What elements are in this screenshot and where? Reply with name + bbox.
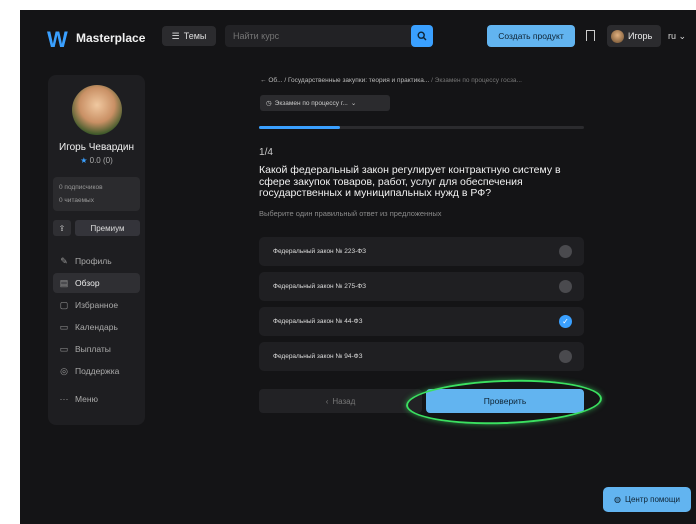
language-label: ru <box>668 31 677 41</box>
answer-option[interactable]: Федеральный закон № 44-ФЗ ✓ <box>259 307 584 336</box>
profile-stats: 0 подписчиков 0 читаемых <box>53 177 140 211</box>
readers-count[interactable]: 0 читаемых <box>59 194 134 207</box>
more-icon: ··· <box>59 394 69 404</box>
support-icon: ◎ <box>60 365 68 376</box>
chevron-down-icon: ⌄ <box>350 100 357 107</box>
radio-button[interactable] <box>559 245 572 258</box>
breadcrumb: ← Об... / Государственные закупки: теори… <box>260 77 522 84</box>
question-hint: Выберите один правильный ответ из предло… <box>259 209 442 218</box>
sidebar-item-menu[interactable]: ··· Меню <box>53 389 140 409</box>
sidebar-item-label: Поддержка <box>75 366 120 376</box>
sidebar-item-label: Избранное <box>75 300 119 310</box>
sidebar-nav: ✎ Профиль ▤ Обзор ▢ Избранное ▭ Календарь ▭ В… <box>53 251 140 411</box>
logo[interactable]: W <box>47 27 68 53</box>
bookmark-icon: ▢ <box>59 299 69 310</box>
help-icon: ◍ <box>614 495 622 504</box>
themes-button[interactable]: ☰ Темы <box>162 26 216 46</box>
answer-option[interactable]: Федеральный закон № 223-ФЗ <box>259 237 584 266</box>
answer-options: Федеральный закон № 223-ФЗ Федеральный з… <box>259 237 584 377</box>
answer-label: Федеральный закон № 223-ФЗ <box>273 248 367 255</box>
answer-label: Федеральный закон № 275-ФЗ <box>273 283 367 290</box>
answer-label: Федеральный закон № 44-ФЗ <box>273 318 363 325</box>
quiz-progress-bar <box>259 126 584 129</box>
sidebar-item-label: Выплаты <box>75 344 111 354</box>
sidebar-item-overview[interactable]: ▤ Обзор <box>53 273 140 293</box>
sidebar-item-label: Календарь <box>75 322 118 332</box>
themes-label: Темы <box>183 31 207 41</box>
user-menu[interactable]: Игорь <box>607 25 661 47</box>
search-bar <box>225 25 433 47</box>
question-total: /4 <box>264 147 273 158</box>
search-icon <box>417 31 427 41</box>
sidebar-item-payouts[interactable]: ▭ Выплаты <box>53 339 140 359</box>
bookmark-icon[interactable] <box>586 30 595 41</box>
sidebar: Игорь Чевардин ★ 0.0 (0) 0 подписчиков 0… <box>48 75 145 425</box>
back-arrow-icon[interactable]: ← <box>260 77 267 84</box>
sidebar-item-profile[interactable]: ✎ Профиль <box>53 251 140 271</box>
check-button[interactable]: Проверить <box>426 389 584 413</box>
answer-option[interactable]: Федеральный закон № 94-ФЗ <box>259 342 584 371</box>
app-screen: W Masterplace ☰ Темы Создать продукт Иго… <box>20 10 696 524</box>
help-center-button[interactable]: ◍ Центр помощи <box>603 487 691 512</box>
sidebar-item-label: Обзор <box>75 278 100 288</box>
brand-name[interactable]: Masterplace <box>76 31 145 45</box>
sidebar-item-support[interactable]: ◎ Поддержка <box>53 361 140 381</box>
language-switcher[interactable]: ru ⌄ <box>668 31 686 42</box>
sidebar-item-favorites[interactable]: ▢ Избранное <box>53 295 140 315</box>
profile-rating: ★ 0.0 (0) <box>48 156 145 165</box>
breadcrumb-root[interactable]: Об... <box>268 77 282 84</box>
breadcrumb-course[interactable]: / Государственные закупки: теория и прак… <box>284 77 429 84</box>
user-name: Игорь <box>628 31 653 41</box>
create-product-button[interactable]: Создать продукт <box>487 25 575 47</box>
check-icon: ✓ <box>562 317 569 326</box>
question-text: Какой федеральный закон регулирует контр… <box>259 164 561 199</box>
exam-select[interactable]: ◷ Экзамен по процессу г... ⌄ <box>260 95 390 111</box>
search-button[interactable] <box>411 25 433 47</box>
rating-value: 0.0 <box>89 156 101 165</box>
share-icon: ⇪ <box>58 223 66 233</box>
profile-name: Игорь Чевардин <box>59 142 134 153</box>
sidebar-item-label: Профиль <box>75 256 112 266</box>
profile-avatar[interactable] <box>72 85 122 135</box>
menu-icon: ☰ <box>171 30 180 41</box>
answer-option[interactable]: Федеральный закон № 275-ФЗ <box>259 272 584 301</box>
clock-icon: ◷ <box>266 100 272 107</box>
radio-button[interactable] <box>559 350 572 363</box>
answer-label: Федеральный закон № 94-ФЗ <box>273 353 363 360</box>
star-icon: ★ <box>80 156 88 165</box>
question-counter: 1/4 <box>259 147 273 158</box>
back-label: Назад <box>332 396 356 406</box>
overview-icon: ▤ <box>59 277 69 288</box>
search-input[interactable] <box>233 31 403 41</box>
help-label: Центр помощи <box>625 495 680 504</box>
edit-icon: ✎ <box>60 255 68 266</box>
wallet-icon: ▭ <box>59 343 69 354</box>
calendar-icon: ▭ <box>59 321 69 332</box>
sidebar-item-label: Меню <box>75 394 98 404</box>
premium-button[interactable]: Премиум <box>75 220 140 236</box>
quiz-progress-fill <box>259 126 341 129</box>
chevron-down-icon: ⌄ <box>678 31 687 41</box>
back-button[interactable]: ‹ Назад <box>259 389 422 413</box>
radio-button[interactable] <box>559 280 572 293</box>
radio-button-checked[interactable]: ✓ <box>559 315 572 328</box>
breadcrumb-current: / Экзамен по процессу госза... <box>431 77 522 84</box>
chevron-left-icon: ‹ <box>325 396 329 406</box>
avatar <box>611 29 624 43</box>
exam-select-label: Экзамен по процессу г... <box>274 99 348 107</box>
rating-count: (0) <box>102 156 113 165</box>
sidebar-item-calendar[interactable]: ▭ Календарь <box>53 317 140 337</box>
followers-count[interactable]: 0 подписчиков <box>59 181 134 194</box>
share-button[interactable]: ⇪ <box>53 220 71 236</box>
